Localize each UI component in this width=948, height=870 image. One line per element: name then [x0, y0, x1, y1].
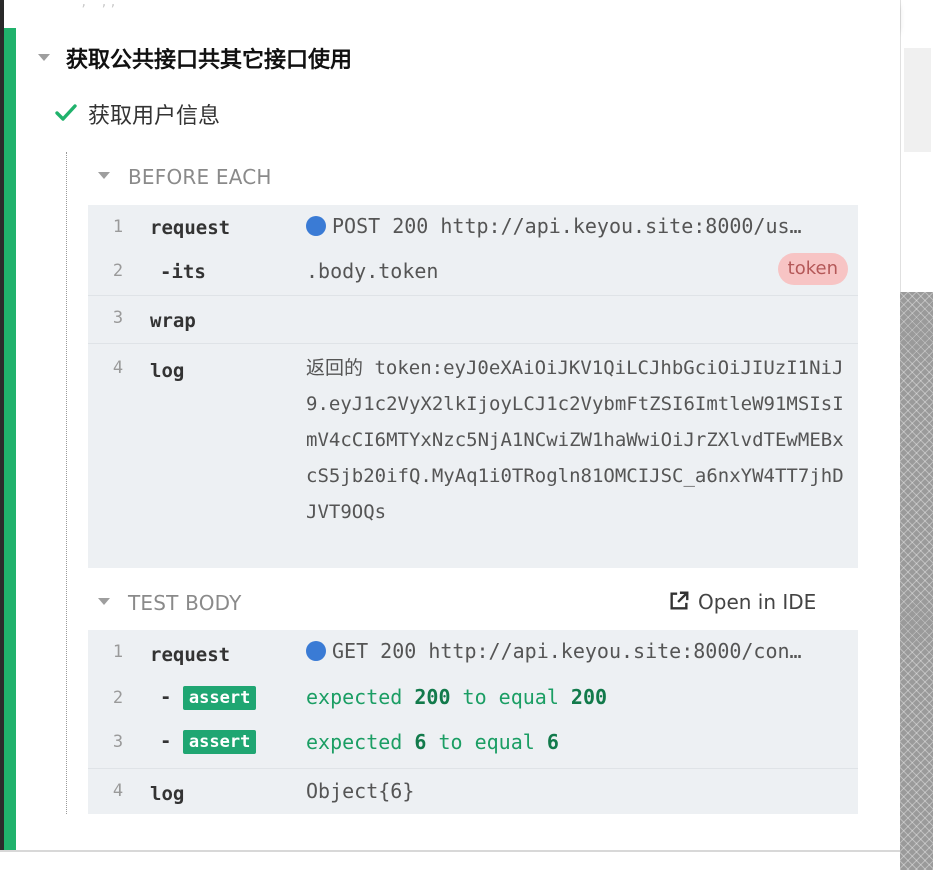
- command-name: log: [150, 360, 185, 382]
- assert-badge: assert: [182, 730, 257, 754]
- assert-message: expected 200 to equal 200: [306, 685, 848, 709]
- command-number: 3: [112, 732, 124, 752]
- suite-title[interactable]: 获取公共接口共其它接口使用: [66, 42, 352, 74]
- command-number: 1: [112, 217, 124, 237]
- assert-actual-value: 6: [414, 730, 427, 754]
- assert-badge: assert: [182, 686, 257, 710]
- test-body-header[interactable]: TEST BODY: [128, 591, 242, 615]
- command-row[interactable]: 1 request POST 200 http://api.keyou.site…: [88, 205, 858, 251]
- alias-badge: token: [777, 253, 848, 285]
- right-margin: [933, 0, 948, 870]
- assert-operator: to equal: [462, 685, 559, 709]
- command-row[interactable]: 4 log 返回的 token:eyJ0eXAiOiJKV1QiLCJhbGci…: [88, 343, 858, 568]
- command-number: 2: [112, 261, 124, 281]
- assert-expected-word: expected: [306, 685, 403, 709]
- caret-down-icon[interactable]: [98, 172, 110, 179]
- scrollbar-thumb[interactable]: [904, 48, 931, 152]
- request-message: GET 200 http://api.keyou.site:8000/con…: [332, 639, 802, 663]
- command-name: - assert: [160, 686, 257, 710]
- command-message: POST 200 http://api.keyou.site:8000/us…: [306, 214, 848, 238]
- bottom-border: [0, 850, 900, 862]
- command-name: -its: [160, 261, 206, 283]
- command-row[interactable]: 2 - assert expected 200 to equal 200: [88, 676, 858, 722]
- assert-actual-value: 200: [414, 685, 451, 709]
- test-title[interactable]: 获取用户信息: [88, 98, 220, 130]
- hatched-background: [900, 292, 933, 870]
- assert-expected-word: expected: [306, 730, 403, 754]
- command-number: 4: [112, 781, 124, 801]
- test-tree-guide: [66, 152, 67, 814]
- command-message: .body.token: [306, 259, 439, 283]
- previous-item-sliver: ` , ` , ,: [4, 0, 900, 30]
- command-message: GET 200 http://api.keyou.site:8000/con…: [306, 639, 848, 663]
- caret-down-icon[interactable]: [98, 598, 110, 605]
- command-name: - assert: [160, 730, 257, 754]
- assert-expected-value: 6: [546, 730, 559, 754]
- request-status-dot-icon: [306, 641, 326, 661]
- test-body-commands: 1 request GET 200 http://api.keyou.site:…: [88, 630, 858, 814]
- command-name: log: [150, 783, 185, 805]
- command-name: request: [150, 644, 231, 666]
- before-each-commands: 1 request POST 200 http://api.keyou.site…: [88, 205, 858, 568]
- command-name: wrap: [150, 310, 196, 332]
- command-number: 2: [112, 688, 124, 708]
- command-row[interactable]: 2 -its .body.token token: [88, 251, 858, 295]
- assert-expected-value: 200: [570, 685, 608, 709]
- log-message: 返回的 token:eyJ0eXAiOiJKV1QiLCJhbGciOiJIUz…: [306, 357, 844, 523]
- command-row[interactable]: 1 request GET 200 http://api.keyou.site:…: [88, 630, 858, 676]
- open-in-ide-link[interactable]: Open in IDE: [668, 590, 816, 614]
- command-number: 1: [112, 642, 124, 662]
- command-number: 4: [112, 358, 124, 378]
- command-row[interactable]: 3 - assert expected 6 to equal 6: [88, 722, 858, 768]
- assert-message: expected 6 to equal 6: [306, 730, 848, 754]
- command-row[interactable]: 4 log Object{6}: [88, 768, 858, 814]
- command-name: request: [150, 217, 231, 239]
- request-status-dot-icon: [306, 216, 326, 236]
- command-message: Object{6}: [306, 779, 415, 803]
- command-row[interactable]: 3 wrap: [88, 295, 858, 343]
- open-in-ide-label: Open in IDE: [698, 590, 817, 614]
- passed-indicator-bar: [4, 28, 16, 850]
- before-each-header[interactable]: BEFORE EACH: [128, 165, 272, 189]
- previous-item-text: ` , ` , ,: [70, 0, 116, 10]
- assert-prefix: -: [160, 686, 172, 708]
- assert-operator: to equal: [438, 730, 535, 754]
- assert-prefix: -: [160, 730, 172, 752]
- request-message: POST 200 http://api.keyou.site:8000/us…: [332, 214, 802, 238]
- external-link-icon: [670, 591, 689, 610]
- caret-down-icon[interactable]: [38, 54, 50, 61]
- check-icon: [55, 104, 77, 121]
- command-number: 3: [112, 308, 124, 328]
